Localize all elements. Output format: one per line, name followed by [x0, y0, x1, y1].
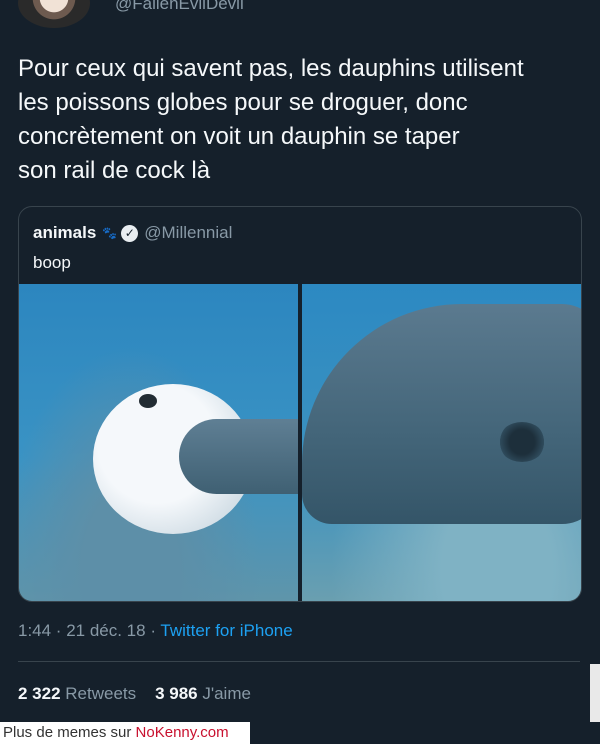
paw-prints-icon: 🐾 — [102, 226, 117, 240]
dolphin-eye — [498, 422, 546, 462]
tweet-source-link[interactable]: Twitter for iPhone — [160, 621, 292, 640]
tweet-stats: 2 322 Retweets 3 986 J'aime — [18, 684, 251, 704]
quoted-tweet-text: boop — [33, 253, 71, 272]
tweet-timestamp[interactable]: 1:44 · 21 déc. 18 · — [18, 621, 160, 640]
tweet-header: @FallenEvilDevil — [0, 0, 600, 40]
footer-text: Plus de memes sur — [3, 724, 136, 741]
user-avatar[interactable] — [18, 0, 90, 28]
watermark-footer: Plus de memes sur NoKenny.com — [0, 722, 250, 744]
quoted-tweet-header: animals 🐾 ✓ @Millennial — [33, 221, 232, 245]
retweets-count[interactable]: 2 322 — [18, 684, 61, 703]
user-handle[interactable]: @FallenEvilDevil — [115, 0, 244, 14]
tweet-timestamp-line: 1:44 · 21 déc. 18 · Twitter for iPhone — [18, 621, 293, 641]
divider — [18, 661, 580, 662]
scrollbar-edge — [590, 664, 600, 724]
dolphin-snout-shape — [179, 419, 298, 494]
pufferfish-eye — [139, 394, 157, 408]
quoted-tweet-media[interactable] — [19, 284, 581, 601]
dolphin-body-shape — [302, 304, 581, 524]
footer-link[interactable]: NoKenny.com — [136, 724, 229, 741]
footer-background — [250, 722, 600, 744]
likes-label[interactable]: J'aime — [202, 684, 251, 703]
quoted-author-handle[interactable]: @Millennial — [144, 223, 232, 243]
tweet-text: Pour ceux qui savent pas, les dauphins u… — [18, 55, 524, 184]
likes-count[interactable]: 3 986 — [155, 684, 198, 703]
retweets-label[interactable]: Retweets — [65, 684, 136, 703]
pufferfish-dolphin-image[interactable] — [19, 284, 298, 601]
verified-badge-icon: ✓ — [121, 224, 139, 242]
quoted-tweet[interactable]: animals 🐾 ✓ @Millennial boop — [18, 206, 582, 602]
quoted-author-name[interactable]: animals — [33, 223, 96, 243]
dolphin-closeup-image[interactable] — [302, 284, 581, 601]
